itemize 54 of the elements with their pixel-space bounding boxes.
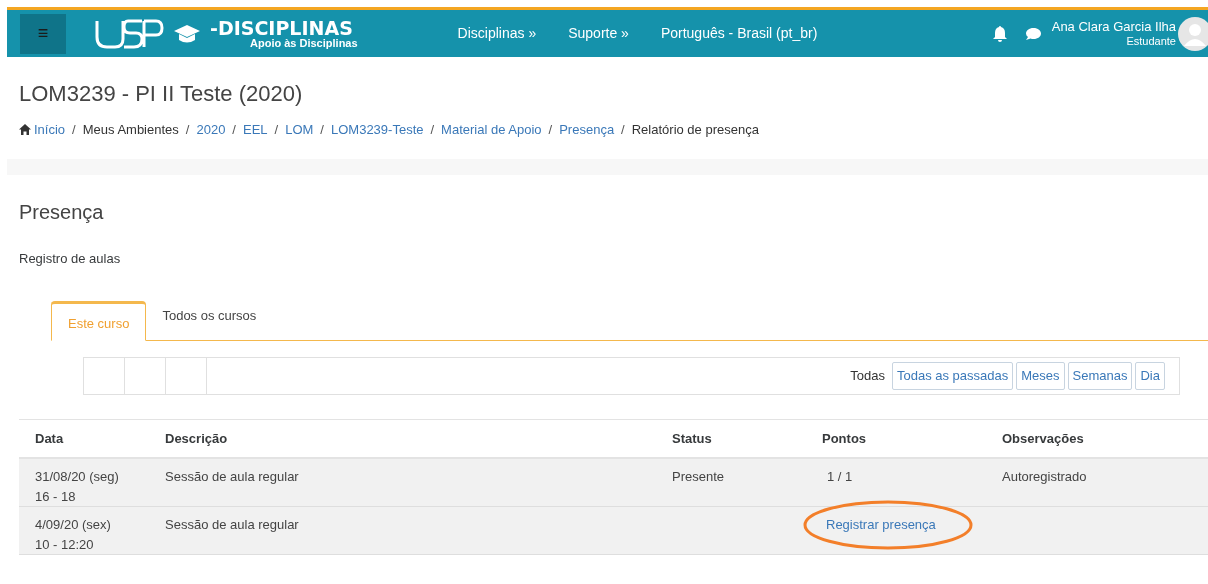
bell-icon[interactable] bbox=[992, 25, 1007, 42]
description-cell-text: Sessão de aula regular bbox=[165, 516, 300, 534]
date-cell-text: 4/09/20 (sex) bbox=[35, 516, 112, 534]
breadcrumb-link[interactable]: EEL bbox=[243, 120, 268, 140]
nav-link[interactable]: Disciplinas » bbox=[457, 23, 537, 44]
section-subtitle: Registro de aulas bbox=[19, 249, 122, 268]
breadcrumb-link[interactable]: Material de Apoio bbox=[441, 120, 542, 140]
points-cell: 1 / 1 bbox=[827, 469, 853, 484]
filter-button[interactable]: Meses bbox=[1016, 362, 1065, 390]
breadcrumb-link[interactable]: LOM bbox=[285, 120, 314, 140]
time-cell-text: 16 - 18 bbox=[35, 488, 77, 506]
menu-button[interactable]: ≡ bbox=[20, 13, 66, 54]
column-header: Descrição bbox=[165, 429, 229, 448]
nav-link[interactable]: Português - Brasil (pt_br) bbox=[660, 23, 818, 44]
breadcrumb-separator: / bbox=[621, 121, 625, 139]
filter-button[interactable]: Todas as passadas bbox=[891, 362, 1014, 390]
register-attendance-link[interactable]: Registrar presença bbox=[826, 517, 936, 532]
column-header: Observações bbox=[1002, 429, 1085, 448]
user-name[interactable]: Ana Clara Garcia Ilha bbox=[1051, 18, 1176, 35]
filter-button[interactable]: Dia bbox=[1135, 362, 1165, 390]
breadcrumb-link[interactable]: LOM3239-Teste bbox=[331, 120, 424, 140]
date-cell-text: 31/08/20 (seg) bbox=[35, 468, 120, 486]
column-header: Data bbox=[35, 429, 65, 448]
logo-subtitle: Apoio às Disciplinas bbox=[250, 37, 358, 49]
breadcrumb-separator: / bbox=[320, 121, 324, 139]
tab[interactable]: Todos os cursos bbox=[146, 300, 273, 340]
course-title: LOM3239 - PI II Teste (2020) bbox=[19, 80, 304, 108]
logo-title: -DISCIPLINAS bbox=[210, 18, 354, 38]
breadcrumb-link[interactable]: Presença bbox=[559, 120, 615, 140]
breadcrumb-link[interactable]: Início bbox=[34, 120, 66, 140]
breadcrumb-separator: / bbox=[72, 121, 76, 139]
breadcrumb-separator: / bbox=[185, 121, 190, 139]
chat-icon[interactable] bbox=[1024, 26, 1042, 41]
breadcrumb-text: Relatório de presença bbox=[631, 121, 759, 139]
breadcrumb-text: Meus Ambientes bbox=[82, 121, 179, 139]
filter-button[interactable]: Todas bbox=[846, 362, 889, 390]
breadcrumb-separator: / bbox=[430, 121, 435, 139]
description-cell-text: Sessão de aula regular bbox=[165, 468, 300, 486]
breadcrumb-separator: / bbox=[274, 121, 279, 139]
nav-link[interactable]: Suporte » bbox=[568, 23, 629, 44]
page-title: Presença bbox=[19, 199, 105, 225]
column-header: Status bbox=[672, 429, 713, 448]
home-icon bbox=[19, 124, 31, 136]
user-role: Estudante bbox=[1126, 34, 1176, 49]
column-header: Pontos bbox=[822, 429, 868, 448]
notes-cell: Autoregistrado bbox=[1002, 469, 1087, 484]
avatar-icon[interactable] bbox=[1178, 16, 1208, 51]
status-cell: Presente bbox=[672, 469, 725, 484]
breadcrumb-separator: / bbox=[232, 121, 236, 139]
graduation-cap-icon bbox=[172, 22, 202, 45]
breadcrumb-link[interactable]: 2020 bbox=[196, 120, 226, 140]
breadcrumb-separator: / bbox=[548, 121, 553, 139]
time-cell-text: 10 - 12:20 bbox=[35, 536, 95, 554]
filter-button[interactable]: Semanas bbox=[1067, 362, 1133, 390]
